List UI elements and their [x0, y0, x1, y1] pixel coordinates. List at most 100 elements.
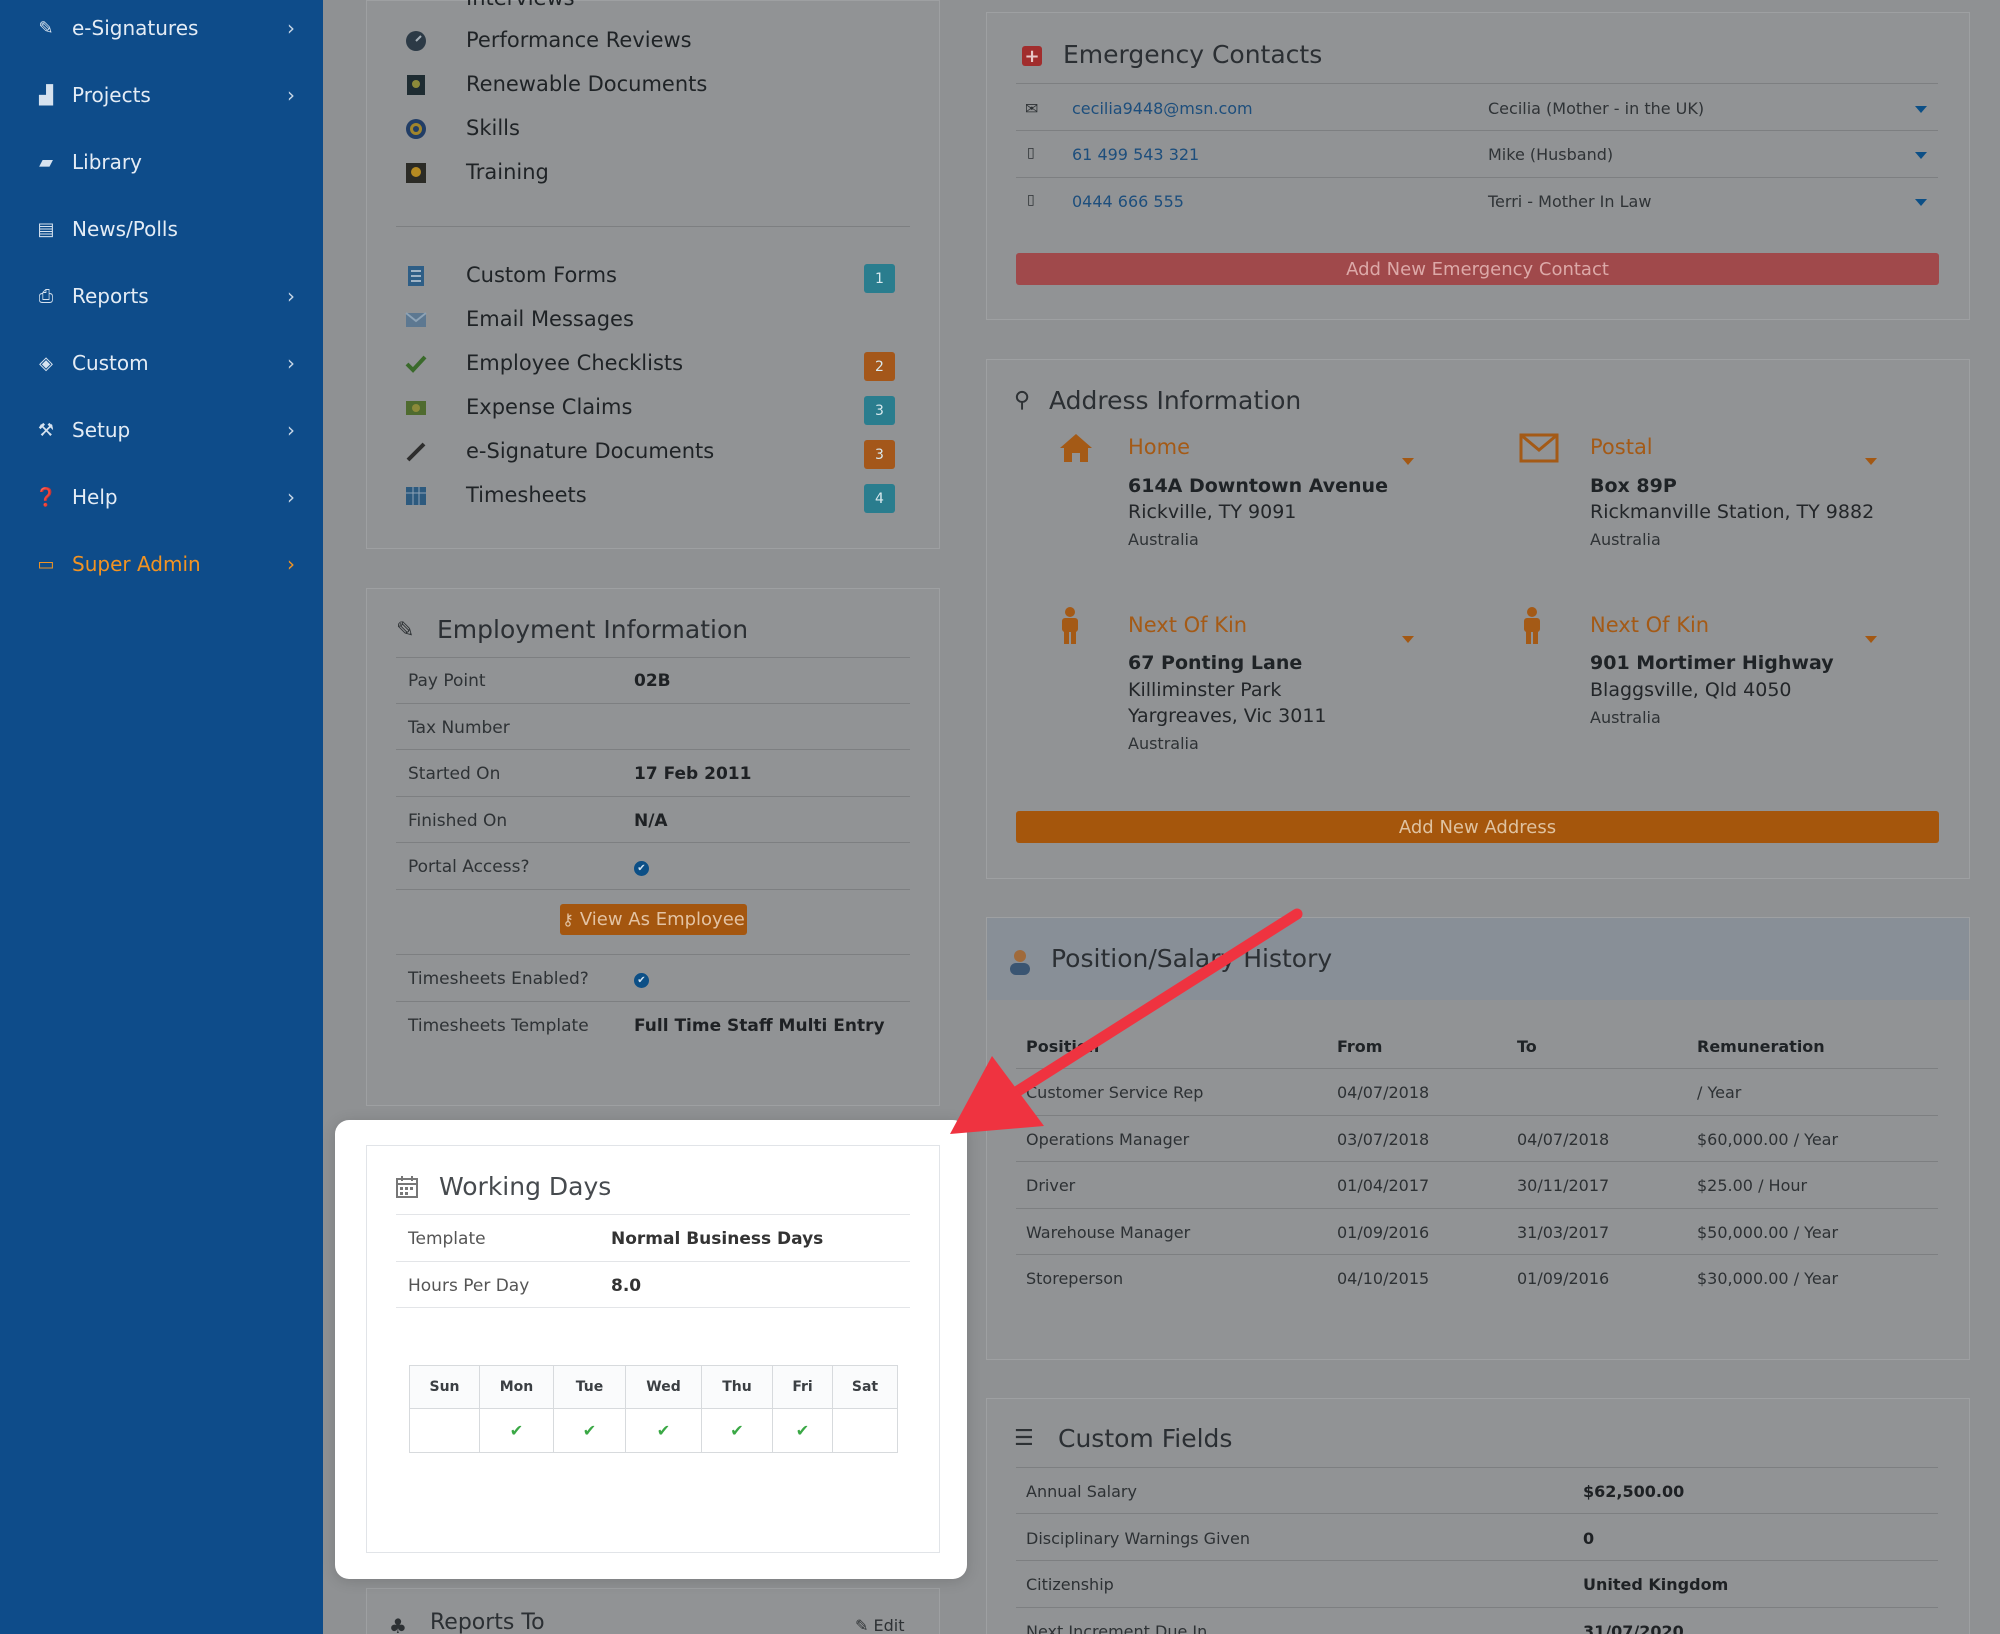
medical-cross-icon: + [1022, 46, 1042, 67]
field-label: Finished On [408, 811, 508, 831]
sidebar-item-e-signatures[interactable]: ✎ e-Signatures › [0, 0, 323, 56]
menu-item-expense-claims[interactable]: Expense Claims [466, 395, 632, 419]
book-icon: ▰ [39, 151, 53, 173]
chevron-down-icon[interactable] [1402, 636, 1414, 643]
divider [396, 1261, 910, 1262]
field-label: Started On [408, 764, 501, 784]
contact-value-link[interactable]: 61 499 543 321 [1072, 145, 1199, 164]
employment-title: Employment Information [437, 615, 749, 644]
view-as-employee-button[interactable]: ⚷ View As Employee [560, 904, 747, 935]
chevron-right-icon: › [287, 16, 295, 40]
sidebar-item-help[interactable]: ❓ Help › [0, 469, 323, 525]
check-icon: ✔ [582, 1421, 597, 1440]
count-badge: 3 [864, 440, 895, 469]
chevron-down-icon[interactable] [1915, 152, 1927, 159]
pen-icon [404, 440, 428, 464]
chevron-right-icon: › [287, 552, 295, 576]
add-emergency-contact-button[interactable]: Add New Emergency Contact [1016, 253, 1939, 285]
chevron-down-icon[interactable] [1865, 458, 1877, 465]
table-cell: $25.00 / Hour [1697, 1176, 1808, 1195]
question-icon: ❓ [34, 486, 58, 508]
address-line1: Box 89P [1590, 475, 1677, 497]
contact-value-link[interactable]: 0444 666 555 [1072, 192, 1184, 211]
table-cell: $50,000.00 / Year [1697, 1223, 1839, 1242]
working-days-title: Working Days [439, 1172, 612, 1201]
target-icon [404, 117, 428, 141]
chevron-right-icon: › [287, 83, 295, 107]
sidebar-item-custom[interactable]: ◈ Custom › [0, 335, 323, 391]
field-value: 02B [634, 671, 671, 691]
sidebar-item-super-admin[interactable]: ▭ Super Admin › [0, 536, 323, 592]
edit-link[interactable]: ✎ Edit [855, 1616, 904, 1634]
contact-name: Cecilia (Mother - in the UK) [1488, 99, 1705, 118]
divider [396, 889, 910, 890]
day-check-row: ✔ ✔ ✔ ✔ ✔ [409, 1408, 898, 1453]
menu-item-e-signature-documents[interactable]: e-Signature Documents [466, 439, 714, 463]
chevron-right-icon: › [287, 351, 295, 375]
sidebar-item-label: Help [72, 485, 118, 509]
table-cell: Warehouse Manager [1026, 1223, 1191, 1242]
field-label: Timesheets Template [408, 1016, 589, 1036]
calendar-icon [396, 1176, 418, 1198]
chart-icon: ▟ [39, 84, 53, 106]
table-cell: $30,000.00 / Year [1697, 1269, 1839, 1288]
check-circle-icon: ✔ [634, 973, 649, 988]
hours-value: 8.0 [611, 1276, 642, 1296]
map-marker-icon: ⚲ [1014, 388, 1031, 413]
menu-item-timesheets[interactable]: Timesheets [466, 483, 587, 507]
day-header: Tue [553, 1365, 626, 1409]
add-address-button[interactable]: Add New Address [1016, 811, 1939, 843]
address-line2: Rickville, TY 9091 [1128, 501, 1297, 523]
menu-item-performance-reviews[interactable]: Performance Reviews [466, 28, 692, 52]
menu-item-employee-checklists[interactable]: Employee Checklists [466, 351, 683, 375]
chevron-down-icon[interactable] [1915, 199, 1927, 206]
divider [1016, 1467, 1938, 1468]
chevron-down-icon[interactable] [1915, 106, 1927, 113]
trophy-icon [404, 161, 428, 185]
menu-item-skills[interactable]: Skills [466, 116, 520, 140]
wrench-icon: ⚒ [37, 419, 55, 441]
field-value: 31/07/2020 [1583, 1622, 1684, 1634]
sidebar-item-reports[interactable]: ⎙ Reports › [0, 268, 323, 324]
chevron-down-icon[interactable] [1865, 636, 1877, 643]
sidebar-item-label: Super Admin [72, 552, 201, 576]
address-type: Next Of Kin [1128, 613, 1248, 637]
mobile-icon: ▯ [1027, 145, 1035, 161]
pen-icon: ✎ [38, 17, 54, 39]
sidebar-item-library[interactable]: ▰ Library [0, 134, 323, 190]
field-label: Disciplinary Warnings Given [1026, 1529, 1250, 1548]
check-circle-icon: ✔ [634, 861, 649, 876]
sidebar-item-label: e-Signatures [72, 16, 199, 40]
sidebar-item-projects[interactable]: ▟ Projects › [0, 67, 323, 123]
field-value: Full Time Staff Multi Entry [634, 1016, 885, 1036]
menu-item-training[interactable]: Training [466, 160, 549, 184]
divider [1016, 1607, 1938, 1608]
menu-item-renewable-documents[interactable]: Renewable Documents [466, 72, 707, 96]
address-country: Australia [1590, 708, 1661, 727]
certificate-icon [404, 73, 428, 97]
address-country: Australia [1128, 734, 1199, 753]
contact-name: Terri - Mother In Law [1488, 192, 1652, 211]
sidebar-item-setup[interactable]: ⚒ Setup › [0, 402, 323, 458]
chevron-down-icon[interactable] [1402, 458, 1414, 465]
table-cell: Driver [1026, 1176, 1076, 1195]
menu-item-custom-forms[interactable]: Custom Forms [466, 263, 617, 287]
sidebar-item-news-polls[interactable]: ▤ News/Polls [0, 201, 323, 257]
menu-item-email-messages[interactable]: Email Messages [466, 307, 634, 331]
column-header: From [1337, 1037, 1383, 1056]
address-type: Postal [1590, 435, 1653, 459]
contact-value-link[interactable]: cecilia9448@msn.com [1072, 99, 1253, 118]
day-cell: ✔ [772, 1408, 833, 1453]
count-badge: 1 [864, 264, 895, 293]
divider [396, 749, 910, 750]
envelope-icon [404, 308, 428, 332]
day-header-row: Sun Mon Tue Wed Thu Fri Sat [409, 1365, 898, 1409]
check-icon: ✔ [730, 1421, 744, 1440]
address-title: Address Information [1049, 386, 1302, 415]
check-icon: ✔ [509, 1421, 524, 1440]
menu-item-interviews[interactable]: Interviews [466, 0, 575, 10]
day-header: Mon [479, 1365, 554, 1409]
divider [1016, 1560, 1938, 1561]
divider [396, 796, 910, 797]
address-country: Australia [1128, 530, 1199, 549]
